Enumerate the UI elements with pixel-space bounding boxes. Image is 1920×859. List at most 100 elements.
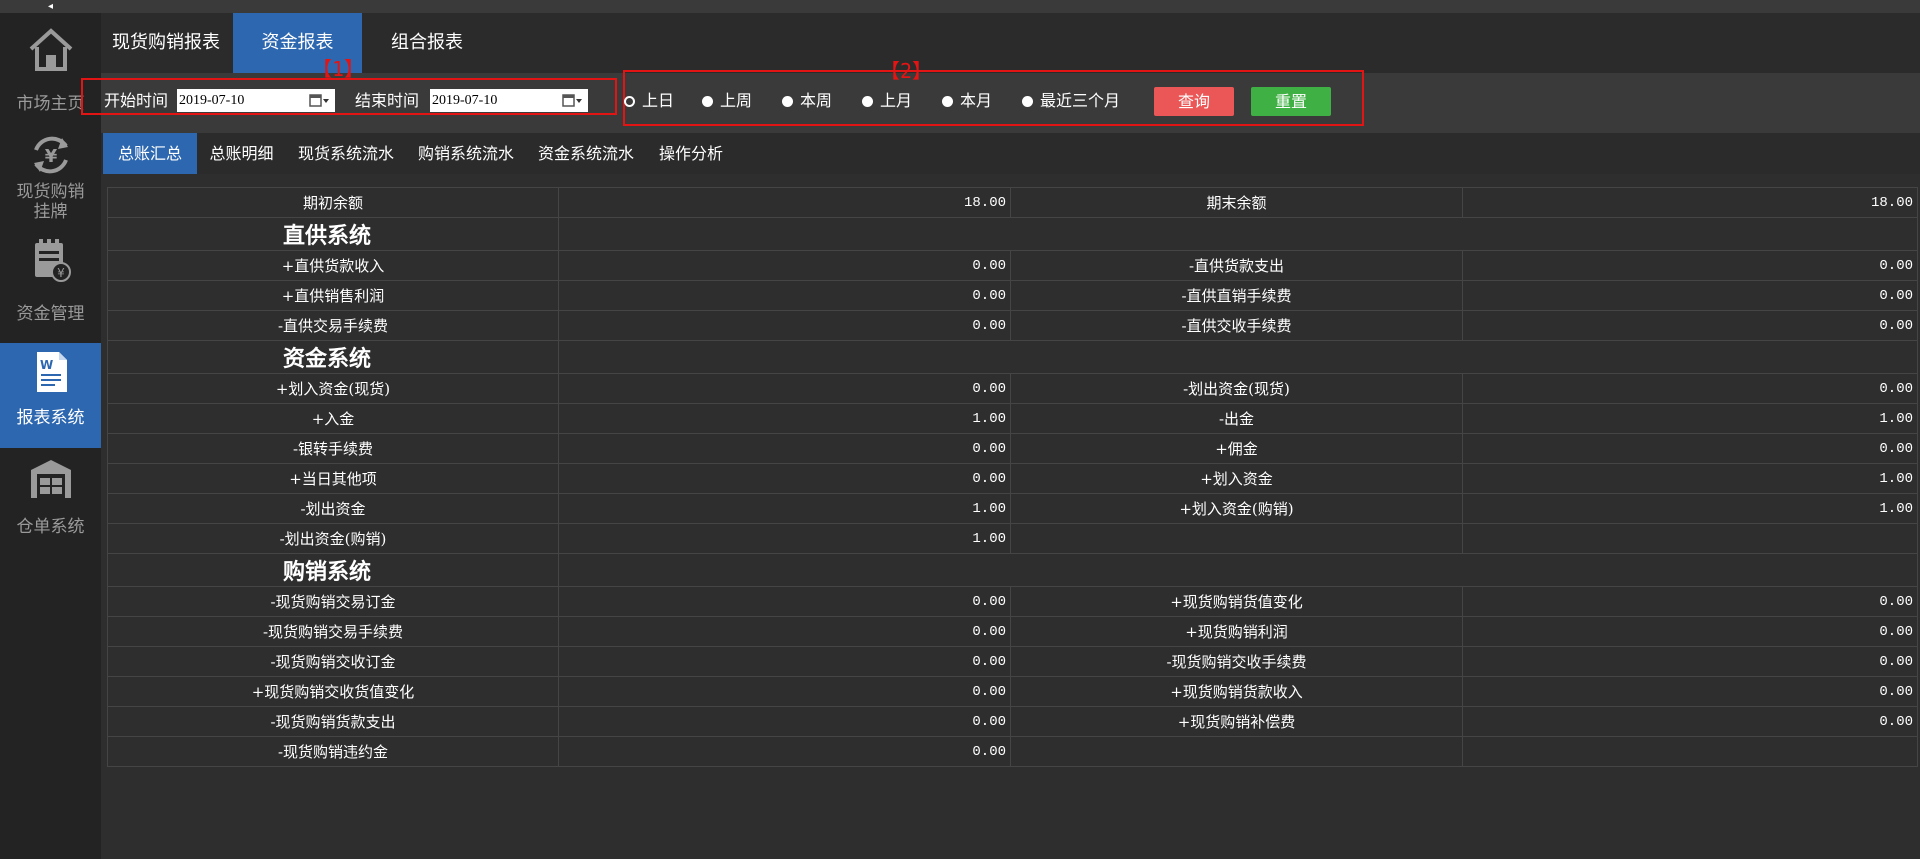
tab-fund-system-flow[interactable]: 资金系统流水 [526, 133, 646, 174]
tab-spot-report[interactable]: 现货购销报表 [101, 13, 231, 73]
reset-button[interactable]: 重置 [1251, 87, 1331, 116]
item-amount: 1.00 [558, 523, 1011, 554]
section-title: 资金系统 [107, 340, 559, 374]
table-row: -直供交易手续费 0.00 -直供交收手续费 0.00 [107, 310, 1918, 341]
svg-text:W: W [40, 358, 53, 372]
collapse-toggle[interactable]: ◂ [0, 0, 101, 13]
item-amount: 1.00 [558, 493, 1011, 524]
sub-tab-bar: 总账汇总 总账明细 现货系统流水 购销系统流水 资金系统流水 操作分析 [101, 133, 1920, 181]
item-label: -银转手续费 [107, 433, 559, 464]
section-header-filler [558, 340, 1918, 374]
warehouse-icon [31, 460, 71, 498]
table-row: -划出资金(购销) 1.00 [107, 523, 1918, 554]
item-amount: 0.00 [1462, 586, 1918, 617]
item-label: -直供货款支出 [1010, 250, 1463, 281]
tab-combined-report[interactable]: 组合报表 [362, 13, 492, 73]
sidebar-item-label: 现货购销挂牌 [16, 182, 85, 222]
sidebar-item-report-system[interactable]: W 报表系统 [0, 343, 101, 448]
item-amount: 0.00 [1462, 706, 1918, 737]
item-label: -现货购销交易订金 [107, 586, 559, 617]
table-row: +划入资金(现货) 0.00 -划出资金(现货) 0.00 [107, 373, 1918, 404]
item-label: -划出资金 [107, 493, 559, 524]
period-radio-yesterday[interactable]: 上日 [624, 90, 674, 112]
sidebar-item-spot-listing[interactable]: ¥ 现货购销挂牌 [0, 118, 101, 223]
item-amount: 0.00 [1462, 250, 1918, 281]
radio-unselected-icon [624, 96, 635, 107]
item-label: +划入资金(购销) [1010, 493, 1463, 524]
tab-operation-analysis[interactable]: 操作分析 [646, 133, 736, 174]
period-radio-last-month[interactable]: 上月 [862, 90, 912, 112]
item-label: +直供销售利润 [107, 280, 559, 311]
item-label: -现货购销交收手续费 [1010, 646, 1463, 677]
item-label: -直供交收手续费 [1010, 310, 1463, 341]
sidebar-item-label: 报表系统 [16, 408, 85, 428]
item-label: -直供交易手续费 [107, 310, 559, 341]
item-label: +直供货款收入 [107, 250, 559, 281]
item-amount [1462, 736, 1918, 767]
period-radio-this-month[interactable]: 本月 [942, 90, 992, 112]
svg-text:¥: ¥ [57, 266, 65, 280]
radio-dot-icon [862, 96, 873, 107]
item-amount: 0.00 [1462, 280, 1918, 311]
table-row: +入金 1.00 -出金 1.00 [107, 403, 1918, 434]
tab-ledger-summary[interactable]: 总账汇总 [103, 133, 197, 181]
radio-dot-icon [702, 96, 713, 107]
item-amount: 0.00 [558, 616, 1011, 647]
item-label [1010, 736, 1463, 767]
table-row: -现货购销违约金 0.00 [107, 736, 1918, 767]
radio-dot-icon [782, 96, 793, 107]
item-amount: 0.00 [558, 310, 1011, 341]
closing-balance-value: 18.00 [1462, 187, 1918, 218]
period-radio-this-week[interactable]: 本周 [782, 90, 832, 112]
sidebar-item-label: 资金管理 [16, 304, 85, 324]
item-amount: 1.00 [1462, 463, 1918, 494]
radio-dot-icon [1022, 96, 1033, 107]
svg-text:¥: ¥ [45, 146, 58, 167]
sidebar: ◂ 市场主页 ¥ 现货购销挂牌 ¥ 资金管理 W 报表系统 仓单系统 [0, 0, 101, 859]
item-label: -出金 [1010, 403, 1463, 434]
sidebar-item-label: 仓单系统 [16, 517, 85, 537]
item-amount: 0.00 [1462, 433, 1918, 464]
table-row: -现货购销交易手续费 0.00 +现货购销利润 0.00 [107, 616, 1918, 647]
tab-spot-system-flow[interactable]: 现货系统流水 [286, 133, 406, 174]
item-amount: 1.00 [558, 403, 1011, 434]
item-amount: 0.00 [558, 463, 1011, 494]
item-label: -现货购销交易手续费 [107, 616, 559, 647]
table-row: -划出资金 1.00 +划入资金(购销) 1.00 [107, 493, 1918, 524]
opening-balance-value: 18.00 [558, 187, 1011, 218]
item-amount: 0.00 [558, 433, 1011, 464]
sidebar-item-fund-management[interactable]: ¥ 资金管理 [0, 223, 101, 328]
item-label: +现货购销利润 [1010, 616, 1463, 647]
section-title: 直供系统 [107, 217, 559, 251]
annotation-box-1 [81, 78, 617, 115]
table-row: -银转手续费 0.00 +佣金 0.00 [107, 433, 1918, 464]
item-amount: 0.00 [1462, 676, 1918, 707]
table-row: 期初余额 18.00 期末余额 18.00 [107, 187, 1918, 218]
report-tab-bar: 现货购销报表 资金报表 组合报表 [101, 13, 1920, 73]
tab-ledger-detail[interactable]: 总账明细 [197, 133, 286, 174]
item-amount: 0.00 [558, 280, 1011, 311]
item-label: +现货购销货值变化 [1010, 586, 1463, 617]
section-header-row: 资金系统 [107, 340, 1918, 374]
sidebar-item-warehouse-receipt[interactable]: 仓单系统 [0, 448, 101, 553]
table-row: +现货购销交收货值变化 0.00 +现货购销货款收入 0.00 [107, 676, 1918, 707]
period-radio-last-three-months[interactable]: 最近三个月 [1022, 90, 1120, 112]
item-amount: 0.00 [1462, 616, 1918, 647]
word-document-icon: W [37, 352, 67, 392]
tab-purchase-sale-flow[interactable]: 购销系统流水 [406, 133, 526, 174]
item-label: -现货购销违约金 [107, 736, 559, 767]
item-amount: 0.00 [1462, 310, 1918, 341]
closing-balance-label: 期末余额 [1010, 187, 1463, 218]
query-button[interactable]: 查询 [1154, 87, 1234, 116]
item-amount: 0.00 [558, 706, 1011, 737]
radio-dot-icon [942, 96, 953, 107]
item-label: +现货购销货款收入 [1010, 676, 1463, 707]
opening-balance-label: 期初余额 [107, 187, 559, 218]
item-label: +现货购销交收货值变化 [107, 676, 559, 707]
table-row: +直供销售利润 0.00 -直供直销手续费 0.00 [107, 280, 1918, 311]
annotation-marker-2: 【2】 [880, 59, 933, 83]
section-header-row: 直供系统 [107, 217, 1918, 251]
item-amount: 0.00 [558, 736, 1011, 767]
item-amount: 0.00 [558, 250, 1011, 281]
period-radio-last-week[interactable]: 上周 [702, 90, 752, 112]
